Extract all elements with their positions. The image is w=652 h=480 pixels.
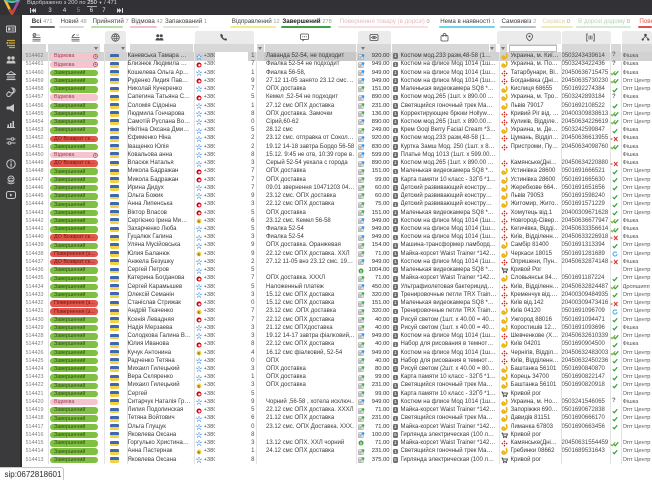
svg-text:lc: lc: [198, 219, 201, 223]
svg-text:lc: lc: [198, 450, 201, 454]
svg-text:lc: lc: [198, 252, 201, 256]
svg-text:lc: lc: [198, 310, 201, 314]
svg-text:lc: lc: [198, 351, 201, 355]
svg-text:lc: lc: [198, 384, 201, 388]
